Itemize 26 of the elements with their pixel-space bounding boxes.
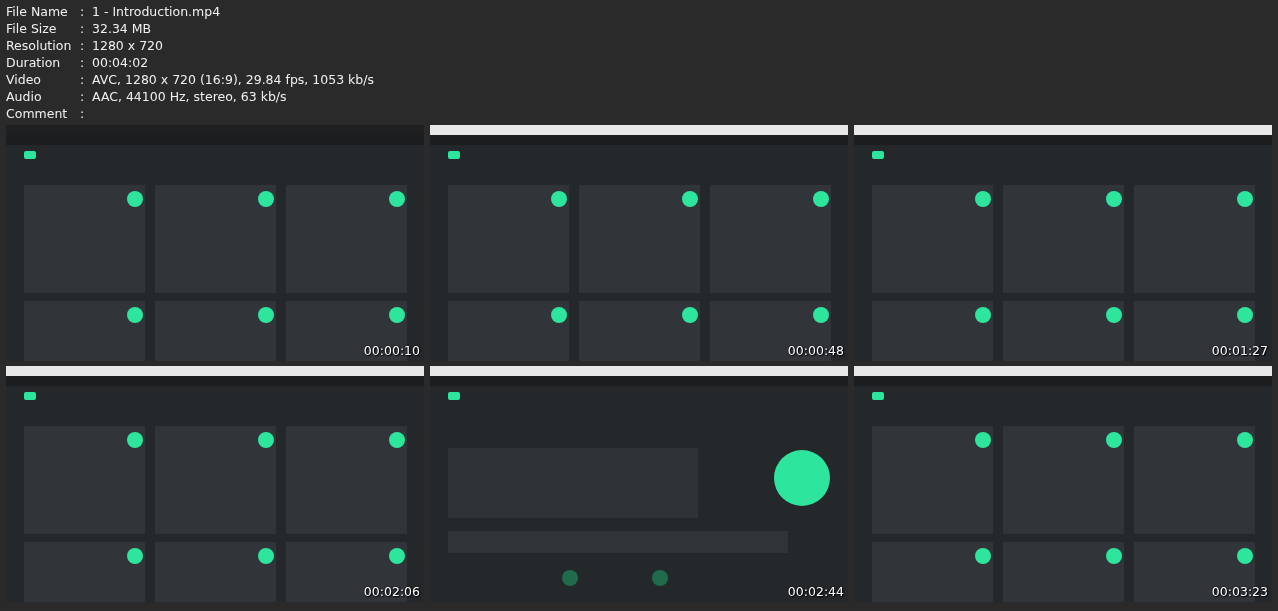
info-label: Video [6,71,43,88]
timestamp: 00:02:44 [787,584,844,599]
timestamp: 00:01:27 [1211,343,1268,358]
timestamp: 00:02:06 [363,584,420,599]
separator: : [80,3,86,20]
info-label: File Name [6,3,69,20]
separator: : [80,88,86,105]
info-value: AAC, 44100 Hz, stereo, 63 kb/s [92,88,288,105]
info-value: 00:04:02 [92,54,150,71]
info-label: Resolution [6,37,73,54]
info-label: Comment [6,105,69,122]
separator: : [80,37,86,54]
timestamp: 00:03:23 [1211,584,1268,599]
info-label: File Size [6,20,58,37]
separator: : [80,20,86,37]
info-value: 1280 x 720 [92,37,164,54]
info-value: 32.34 MB [92,20,153,37]
info-value: AVC, 1280 x 720 (16:9), 29.84 fps, 1053 kb/s [92,71,375,88]
timestamp: 00:00:10 [363,343,420,358]
info-value: 1 - Introduction.mp4 [92,3,222,20]
separator: : [80,54,86,71]
timestamp: 00:00:48 [787,343,844,358]
separator: : [80,105,86,122]
info-label: Duration [6,54,62,71]
info-label: Audio [6,88,43,105]
separator: : [80,71,86,88]
